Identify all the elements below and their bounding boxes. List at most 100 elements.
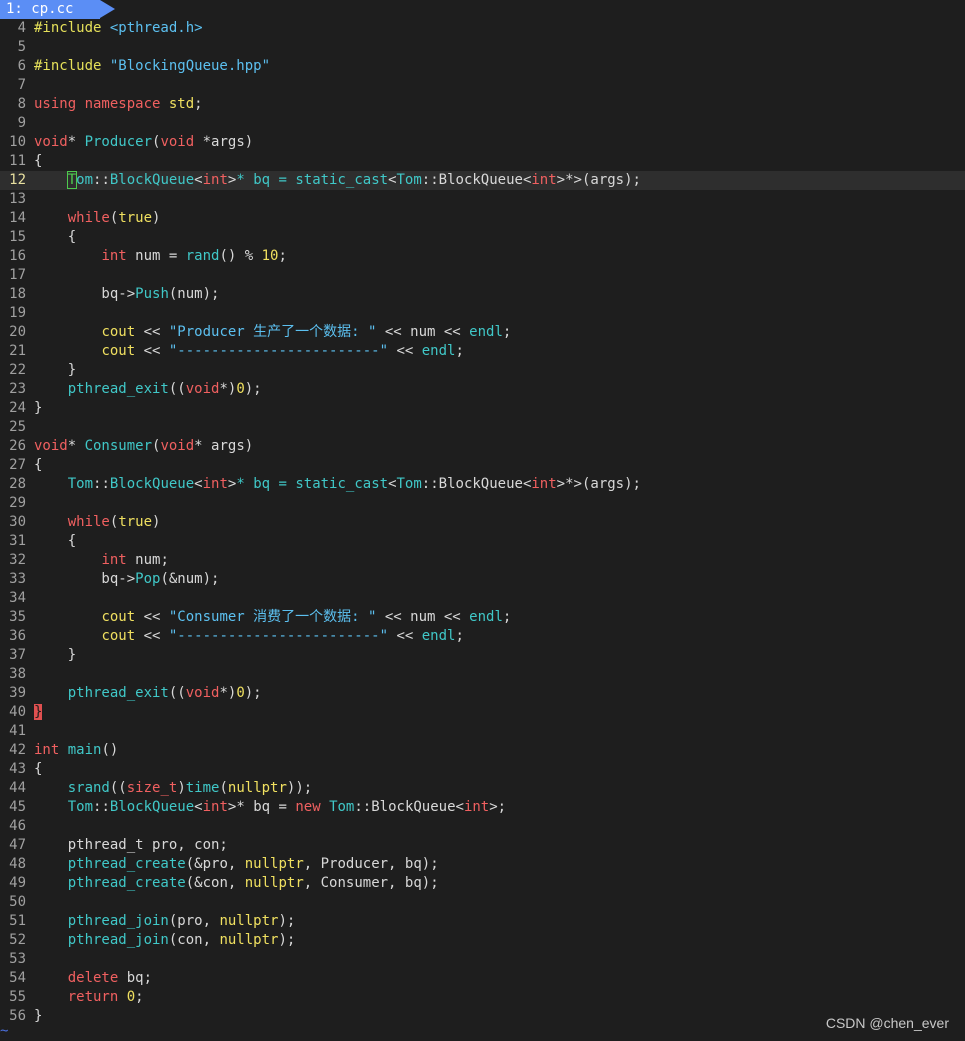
line-code: }	[26, 646, 76, 665]
code-line[interactable]: 7	[0, 76, 965, 95]
code-line[interactable]: 40}	[0, 703, 965, 722]
code-line[interactable]: 39 pthread_exit((void*)0);	[0, 684, 965, 703]
code-token: Push	[135, 286, 169, 302]
code-token: main	[67, 742, 102, 758]
code-line[interactable]: 51 pthread_join(pro, nullptr);	[0, 912, 965, 931]
code-token: BlockQueue	[109, 172, 195, 188]
code-token: pthread_create	[67, 856, 186, 872]
code-token: bq->	[34, 286, 136, 302]
line-number: 15	[9, 229, 26, 245]
code-line[interactable]: 8 using namespace std;	[0, 95, 965, 114]
code-editor[interactable]: 4 #include <pthread.h> 5 6 #include "Blockin…	[0, 19, 965, 1026]
code-line[interactable]: 45 Tom::BlockQueue<int>* bq = new Tom::B…	[0, 798, 965, 817]
code-line[interactable]: 5	[0, 38, 965, 57]
line-code: using namespace std;	[26, 95, 203, 114]
code-token: *)	[219, 381, 237, 397]
code-line[interactable]: 38	[0, 665, 965, 684]
line-code: int main()	[26, 741, 118, 760]
code-line[interactable]: 56}	[0, 1007, 965, 1026]
code-token: 0	[126, 989, 136, 1005]
code-token: ::	[93, 172, 110, 188]
code-line[interactable]: 11 {	[0, 152, 965, 171]
code-line[interactable]: 16 int num = rand() % 10;	[0, 247, 965, 266]
line-code: while(true)	[26, 513, 161, 532]
code-token: >* bq =	[227, 799, 296, 815]
code-token: ;	[502, 324, 512, 340]
code-line[interactable]: 44 srand((size_t)time(nullptr));	[0, 779, 965, 798]
code-line[interactable]: 35 cout << "Consumer 消费了一个数据: " << num <…	[0, 608, 965, 627]
code-line[interactable]: 23 pthread_exit((void*)0);	[0, 380, 965, 399]
code-line[interactable]: 25	[0, 418, 965, 437]
code-line[interactable]: 15 {	[0, 228, 965, 247]
code-line[interactable]: 49 pthread_create(&con, nullptr, Consume…	[0, 874, 965, 893]
code-line[interactable]: 34	[0, 589, 965, 608]
line-number: 12	[9, 172, 26, 188]
buffer-tab[interactable]: 1: cp.cc	[0, 0, 100, 19]
line-code: #include <pthread.h>	[26, 19, 203, 38]
code-line[interactable]: 46	[0, 817, 965, 836]
code-token: ((	[168, 685, 186, 701]
code-line[interactable]: 37 }	[0, 646, 965, 665]
code-line[interactable]: 31 {	[0, 532, 965, 551]
code-line[interactable]: 53	[0, 950, 965, 969]
line-number: 10	[9, 134, 26, 150]
line-number: 25	[9, 419, 26, 435]
code-line[interactable]: 4 #include <pthread.h>	[0, 19, 965, 38]
code-token: 0	[236, 381, 245, 397]
code-token: )	[152, 210, 161, 226]
line-code: #include "BlockingQueue.hpp"	[26, 57, 270, 76]
code-line[interactable]: 9	[0, 114, 965, 133]
code-line[interactable]: 19	[0, 304, 965, 323]
code-line[interactable]: 20 cout << "Producer 生产了一个数据: " << num <…	[0, 323, 965, 342]
code-line[interactable]: 55 return 0;	[0, 988, 965, 1007]
code-line[interactable]: 33 bq->Pop(&num);	[0, 570, 965, 589]
code-token: cout	[101, 324, 136, 340]
line-number: 31	[9, 533, 26, 549]
line-number: 50	[9, 894, 26, 910]
code-token: {	[34, 457, 43, 473]
code-line[interactable]: 6 #include "BlockingQueue.hpp"	[0, 57, 965, 76]
code-line[interactable]: 43 {	[0, 760, 965, 779]
code-line[interactable]: 48 pthread_create(&pro, nullptr, Produce…	[0, 855, 965, 874]
code-line[interactable]: 42 int main()	[0, 741, 965, 760]
code-line[interactable]: 21 cout << "------------------------" <<…	[0, 342, 965, 361]
code-line[interactable]: 14 while(true)	[0, 209, 965, 228]
code-line[interactable]: 36 cout << "------------------------" <<…	[0, 627, 965, 646]
code-line[interactable]: 17	[0, 266, 965, 285]
line-number: 17	[9, 267, 26, 283]
code-line[interactable]: 50	[0, 893, 965, 912]
line-number: 45	[9, 799, 26, 815]
code-line[interactable]: 32 int num;	[0, 551, 965, 570]
code-line[interactable]: 12 Tom::BlockQueue<int>* bq = static_cas…	[0, 171, 965, 190]
line-number: 5	[17, 39, 26, 55]
code-line[interactable]: 26 void* Consumer(void* args)	[0, 437, 965, 456]
line-number: 24	[9, 400, 26, 416]
code-token: "Consumer 消费了一个数据: "	[168, 609, 377, 625]
code-line[interactable]: 29	[0, 494, 965, 513]
code-token: true	[118, 514, 153, 530]
code-line[interactable]: 47 pthread_t pro, con;	[0, 836, 965, 855]
buffer-tab-bar: 1: cp.cc	[0, 0, 965, 19]
line-code: pthread_join(con, nullptr);	[26, 931, 296, 950]
code-line[interactable]: 52 pthread_join(con, nullptr);	[0, 931, 965, 950]
code-line[interactable]: 10 void* Producer(void *args)	[0, 133, 965, 152]
tab-arrow-icon	[100, 0, 115, 18]
code-line[interactable]: 54 delete bq;	[0, 969, 965, 988]
line-number: 11	[9, 153, 26, 169]
line-code: delete bq;	[26, 969, 152, 988]
code-line[interactable]: 30 while(true)	[0, 513, 965, 532]
code-line[interactable]: 22 }	[0, 361, 965, 380]
code-line[interactable]: 24}	[0, 399, 965, 418]
code-token: 10	[261, 248, 279, 264]
code-line[interactable]: 28 Tom::BlockQueue<int>* bq = static_cas…	[0, 475, 965, 494]
code-token: {	[34, 229, 77, 245]
line-code: void* Consumer(void* args)	[26, 437, 253, 456]
code-token: ::BlockQueue<	[354, 799, 464, 815]
code-line[interactable]: 13	[0, 190, 965, 209]
line-code: cout << "Producer 生产了一个数据: " << num << e…	[26, 323, 511, 342]
code-line[interactable]: 18 bq->Push(num);	[0, 285, 965, 304]
code-line[interactable]: 41	[0, 722, 965, 741]
code-line[interactable]: 27 {	[0, 456, 965, 475]
